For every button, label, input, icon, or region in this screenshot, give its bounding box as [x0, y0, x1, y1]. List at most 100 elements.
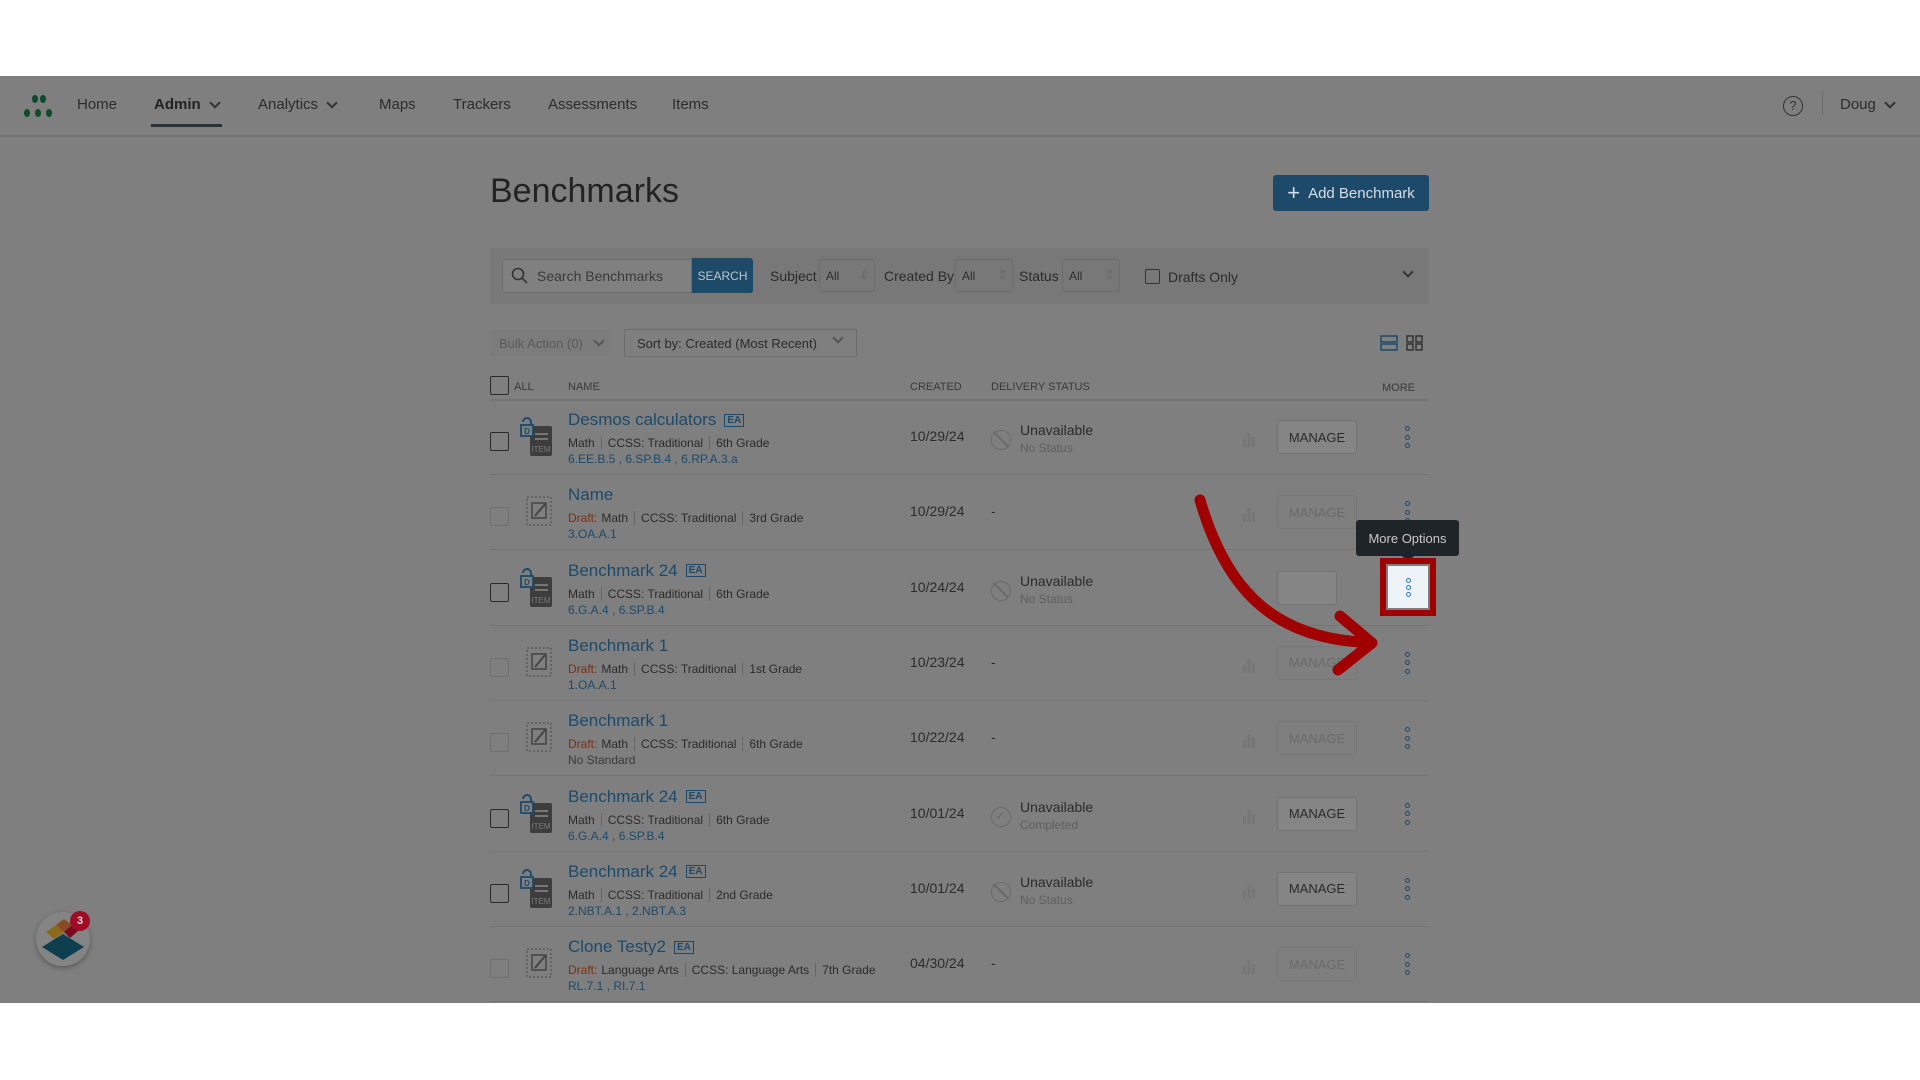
sort-dropdown[interactable]: Sort by: Created (Most Recent): [624, 329, 857, 357]
standards[interactable]: RL.7.1 , RI.7.1: [568, 979, 645, 993]
standards[interactable]: 6.G.A.4 , 6.SP.B.4: [568, 829, 665, 843]
more-options-button[interactable]: [1400, 424, 1414, 450]
row-checkbox[interactable]: [490, 808, 509, 828]
nav-home[interactable]: Home: [77, 96, 117, 113]
more-options-button[interactable]: [1400, 801, 1414, 827]
benchmark-name-link[interactable]: Desmos calculators EA: [568, 410, 745, 430]
more-options-button[interactable]: [1400, 650, 1414, 676]
subject: Math: [601, 661, 629, 676]
row-checkbox[interactable]: [490, 883, 509, 903]
manage-button[interactable]: MANAGE: [1277, 645, 1357, 680]
grade: 6th Grade: [709, 436, 775, 450]
dot-icon: [1404, 961, 1410, 967]
manage-button[interactable]: MANAGE: [1277, 871, 1357, 906]
row-checkbox[interactable]: [490, 582, 509, 602]
row-checkbox[interactable]: [490, 959, 509, 979]
created-date: 10/23/24: [910, 653, 965, 670]
user-menu[interactable]: Doug: [1840, 96, 1896, 113]
subject-label: Subject: [770, 268, 817, 284]
more-options-button[interactable]: [1400, 876, 1414, 902]
draft-edit-icon: [520, 638, 554, 684]
manage-button[interactable]: MANAGE: [1277, 420, 1357, 454]
benchmark-name-link[interactable]: Clone Testy2 EA: [568, 937, 694, 957]
bulk-action-dropdown[interactable]: Bulk Action (0): [490, 330, 612, 356]
bar-chart-icon: [1243, 658, 1255, 673]
grade: 7th Grade: [815, 963, 881, 978]
benchmark-name-link[interactable]: Benchmark 24 EA: [568, 787, 706, 807]
grid-view-icon[interactable]: [1406, 334, 1424, 352]
locked-item-icon: ITEM D: [520, 789, 554, 835]
subject-select[interactable]: All: [819, 259, 875, 292]
row-checkbox[interactable]: [490, 657, 509, 677]
manage-button[interactable]: MANAGE: [1277, 495, 1357, 530]
delivery-status: -: [991, 653, 996, 670]
more-options-button[interactable]: [1400, 725, 1414, 751]
logo-icon[interactable]: [22, 94, 58, 120]
nav-analytics[interactable]: Analytics: [258, 96, 338, 113]
dot-icon: [1404, 735, 1410, 741]
delivery-status: Unavailable: [1020, 798, 1094, 815]
manage-button[interactable]: MANAGE: [1277, 721, 1357, 756]
nav-items[interactable]: Items: [672, 96, 709, 113]
standards[interactable]: 1.OA.A.1: [568, 678, 617, 692]
dot-icon: [1404, 953, 1410, 959]
user-name: Doug: [1840, 96, 1876, 113]
created-by-select[interactable]: All: [955, 259, 1013, 292]
benchmark-name: Desmos calculators: [568, 410, 717, 429]
manage-button[interactable]: MANAGE: [1277, 796, 1357, 831]
framework: CCSS: Traditional: [634, 737, 742, 752]
list-view-icon[interactable]: [1380, 334, 1398, 352]
benchmark-name-link[interactable]: Benchmark 24 EA: [568, 561, 706, 581]
row-checkbox[interactable]: [490, 507, 509, 527]
benchmark-name-link[interactable]: Benchmark 1: [568, 711, 668, 731]
standards: No Standard: [568, 753, 636, 768]
nav-assessments[interactable]: Assessments: [548, 96, 637, 113]
select-all-checkbox[interactable]: [490, 376, 509, 395]
ea-badge: EA: [685, 865, 706, 879]
dot-icon: [1404, 811, 1410, 816]
more-options-button[interactable]: [1400, 951, 1414, 977]
nav-maps[interactable]: Maps: [379, 96, 416, 113]
standards[interactable]: 3.OA.A.1: [568, 527, 617, 541]
search-placeholder: Search Benchmarks: [537, 268, 664, 284]
search-input[interactable]: Search Benchmarks: [502, 259, 692, 293]
delivery-status: Unavailable: [1020, 572, 1094, 589]
manage-button[interactable]: [1277, 570, 1337, 605]
bar-chart-icon: [1243, 884, 1255, 899]
dot-icon: [1404, 819, 1410, 825]
table-row: ITEM D Benchmark 24 EA Math CCSS: Traditional…: [490, 777, 1429, 852]
delivery-status: -: [991, 729, 996, 746]
dot-icon: [1404, 727, 1410, 733]
nav-analytics-label: Analytics: [258, 96, 319, 113]
completed-check-icon: [991, 806, 1011, 827]
nav-trackers[interactable]: Trackers: [453, 96, 511, 113]
search-button[interactable]: SEARCH: [692, 258, 753, 293]
benchmark-name: Benchmark 1: [568, 711, 669, 731]
standards[interactable]: 6.G.A.4 , 6.SP.B.4: [568, 603, 665, 617]
draft-edit-icon: [520, 713, 554, 759]
drafts-only-checkbox[interactable]: [1145, 269, 1160, 284]
row-checkbox[interactable]: [490, 432, 509, 451]
standards[interactable]: 2.NBT.A.1 , 2.NBT.A.3: [568, 904, 686, 918]
expand-filters-icon[interactable]: [1402, 266, 1414, 278]
subject: Language Arts: [601, 963, 679, 978]
add-benchmark-button[interactable]: + Add Benchmark: [1273, 175, 1429, 211]
standards[interactable]: 6.EE.B.5 , 6.SP.B.4 , 6.RP.A.3.a: [568, 452, 738, 466]
manage-button[interactable]: MANAGE: [1277, 947, 1357, 982]
benchmark-name: Benchmark 24: [568, 560, 678, 580]
nav-admin[interactable]: Admin: [151, 96, 222, 127]
header-created[interactable]: CREATED: [910, 381, 962, 393]
search-icon: [511, 267, 528, 284]
status-select[interactable]: All: [1062, 259, 1120, 292]
benchmark-name-link[interactable]: Benchmark 24 EA: [568, 862, 706, 882]
question-circle-icon[interactable]: ?: [1783, 96, 1803, 116]
framework: CCSS: Traditional: [634, 661, 742, 676]
benchmark-meta: Math CCSS: Traditional 6th Grade: [568, 812, 775, 827]
benchmark-name-link[interactable]: Name: [568, 485, 613, 505]
chevron-down-icon: [832, 332, 844, 344]
header-name[interactable]: NAME: [568, 381, 600, 393]
dot-icon: [1404, 668, 1410, 674]
row-checkbox[interactable]: [490, 733, 509, 753]
benchmark-name-link[interactable]: Benchmark 1: [568, 636, 668, 656]
draft-label: Draft:: [568, 511, 598, 526]
